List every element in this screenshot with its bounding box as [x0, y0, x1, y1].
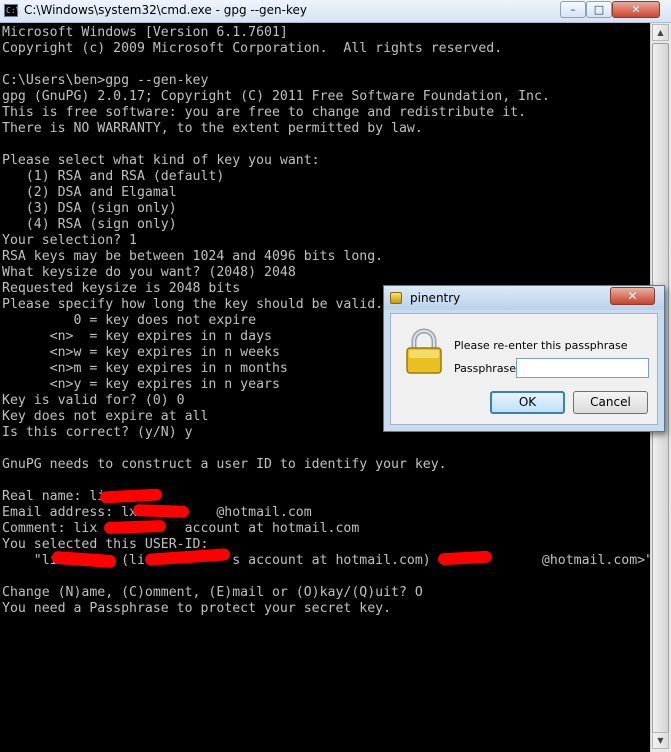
- pinentry-dialog: pinentry ✕ Please re-enter this passphra…: [383, 285, 665, 432]
- maximize-button[interactable]: □: [586, 1, 612, 18]
- passphrase-input[interactable]: [516, 358, 649, 378]
- padlock-icon: [406, 328, 442, 374]
- close-button[interactable]: ✕: [612, 1, 660, 18]
- dialog-close-button[interactable]: ✕: [610, 287, 655, 305]
- redaction-mark: [132, 504, 190, 518]
- pinentry-icon: [390, 292, 402, 304]
- window-title: C:\Windows\system32\cmd.exe - gpg --gen-…: [24, 3, 308, 17]
- cancel-button[interactable]: Cancel: [573, 391, 648, 414]
- passphrase-label: Passphrase: [454, 362, 517, 375]
- dialog-message: Please re-enter this passphrase: [454, 339, 628, 352]
- redaction-mark: [103, 519, 167, 535]
- title-bar[interactable]: C:\ C:\Windows\system32\cmd.exe - gpg --…: [0, 0, 671, 23]
- ok-button[interactable]: OK: [490, 391, 565, 414]
- dialog-title: pinentry: [410, 291, 461, 305]
- scroll-up-arrow-icon[interactable]: ▲: [652, 24, 669, 41]
- cmd-icon[interactable]: C:\: [4, 4, 20, 17]
- scroll-down-arrow-icon[interactable]: ▼: [652, 732, 669, 749]
- dialog-body: Please re-enter this passphrase Passphra…: [390, 313, 658, 425]
- dialog-title-bar[interactable]: pinentry ✕: [384, 286, 664, 310]
- minimize-button[interactable]: –: [560, 1, 586, 18]
